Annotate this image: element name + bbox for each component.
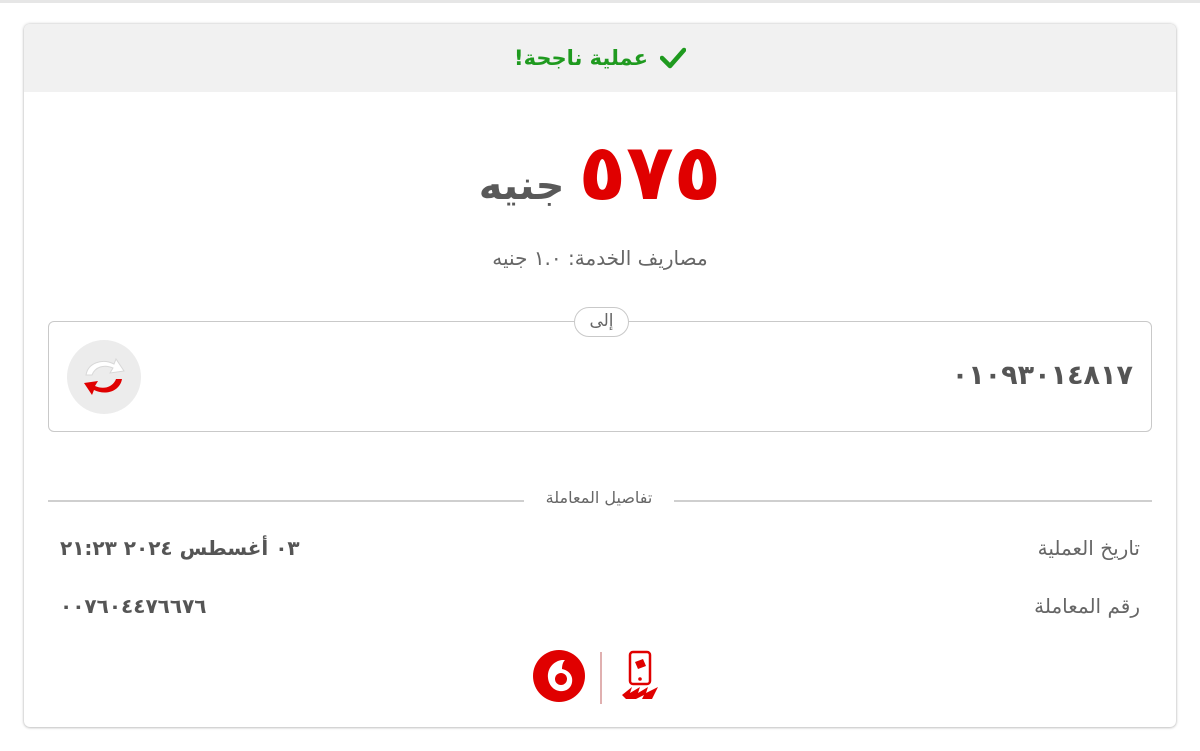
detail-row-reference: رقم المعاملة ٠٠٧٦٠٤٤٧٦٦٧٦ (60, 594, 1140, 624)
receipt-card: عملية ناجحة! ٥٧٥ جنيه مصاريف الخدمة: ١.٠… (24, 24, 1176, 727)
success-banner: عملية ناجحة! (24, 24, 1176, 92)
amount-currency: جنيه (478, 163, 565, 209)
recipient-number: ٠١٠٩٣٠١٤٨١٧ (951, 360, 1133, 391)
details-title: تفاصيل المعاملة (524, 488, 674, 507)
amount-value: ٥٧٥ (578, 128, 722, 218)
service-fee-text: مصاريف الخدمة: ١.٠ جنيه (492, 246, 708, 270)
reference-label: رقم المعاملة (1034, 594, 1140, 618)
refresh-icon (67, 340, 141, 414)
amount-display: ٥٧٥ جنيه (24, 134, 1176, 212)
logo-divider (600, 652, 602, 704)
vodafone-logo (532, 649, 586, 707)
detail-row-date: تاريخ العملية ٠٣ أغسطس ٢٠٢٤ ٢١:٢٣ (60, 536, 1140, 566)
check-icon (659, 47, 686, 69)
recipient-box: إلى ٠١٠٩٣٠١٤٨١٧ (48, 307, 1152, 432)
reference-value: ٠٠٧٦٠٤٤٧٦٦٧٦ (60, 594, 207, 618)
date-label: تاريخ العملية (1037, 536, 1140, 560)
vodafone-cash-logo (616, 649, 668, 707)
to-label: إلى (574, 307, 629, 337)
top-divider (0, 0, 1200, 3)
date-value: ٠٣ أغسطس ٢٠٢٤ ٢١:٢٣ (60, 536, 300, 560)
success-status-text: عملية ناجحة! (514, 46, 648, 70)
brand-logos (24, 648, 1176, 708)
